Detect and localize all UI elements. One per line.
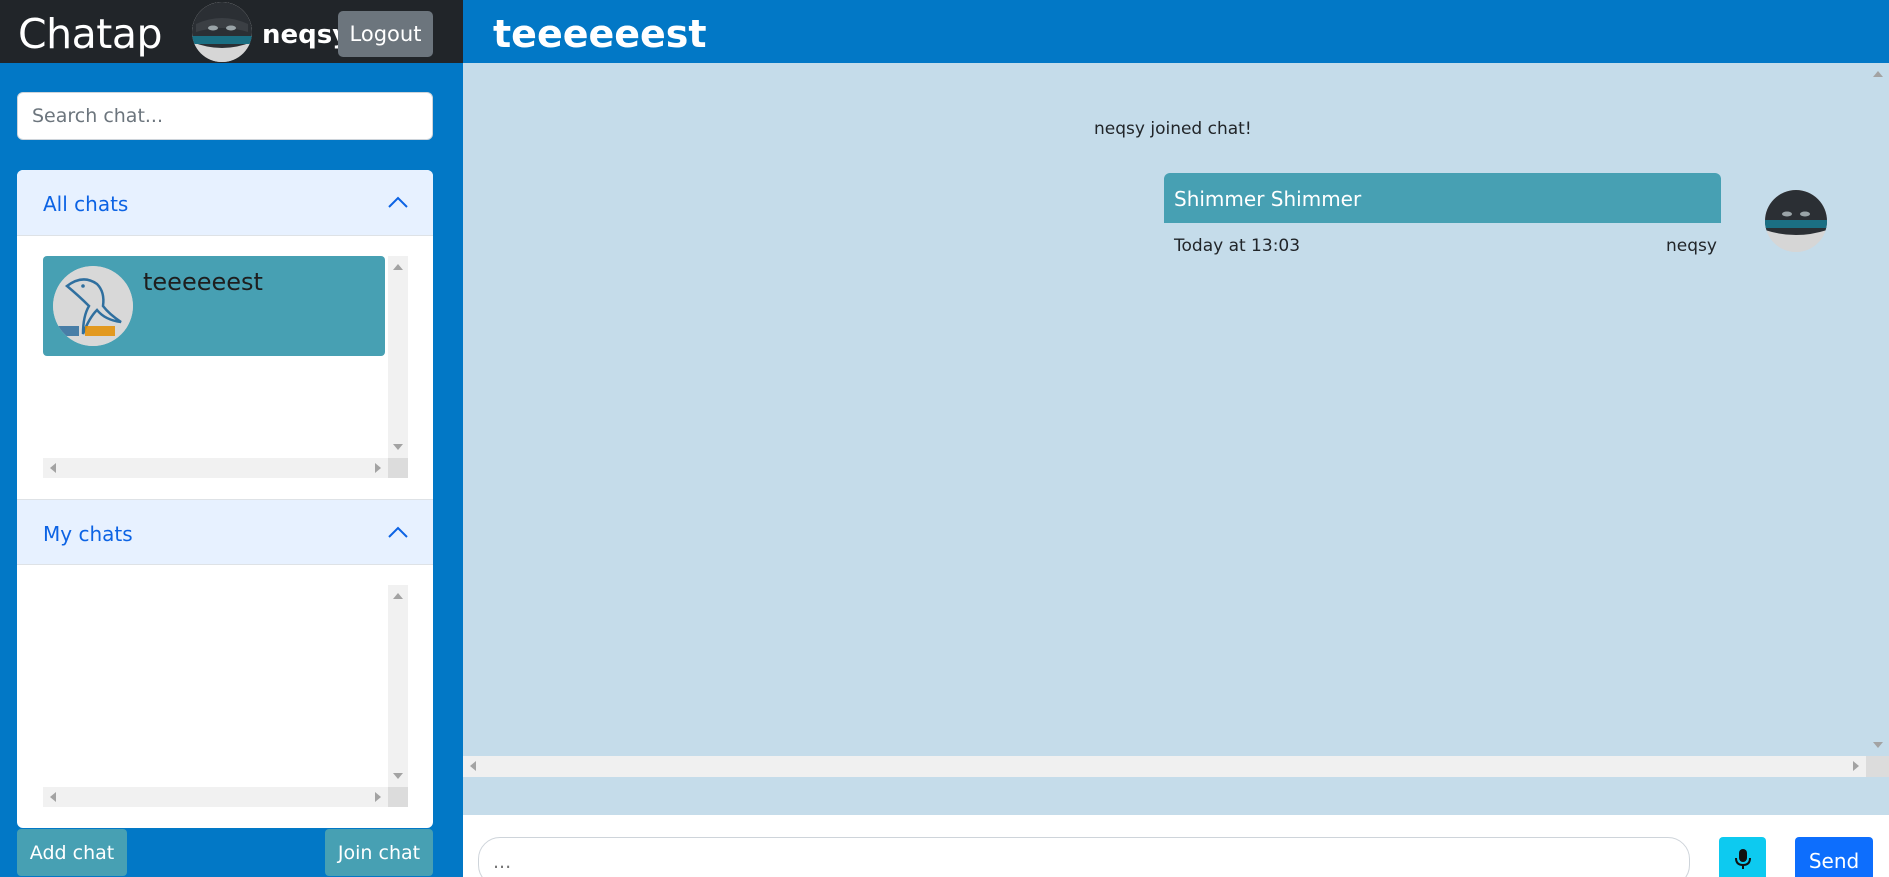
logout-button[interactable]: Logout — [338, 11, 433, 57]
chevron-up-icon — [388, 526, 408, 538]
scroll-up-icon[interactable] — [393, 593, 403, 599]
message-bubble: Shimmer Shimmer — [1164, 173, 1721, 223]
chat-header: teeeeeest — [463, 0, 1889, 63]
scroll-left-icon[interactable] — [50, 463, 56, 473]
all-chats-list: teeeeeest — [43, 256, 408, 478]
scroll-right-icon[interactable] — [375, 792, 381, 802]
chat-title: teeeeeest — [493, 12, 707, 56]
message-avatar — [1765, 190, 1827, 252]
messages-pane[interactable]: neqsy joined chat! Shimmer Shimmer Today… — [463, 63, 1889, 777]
scroll-left-icon[interactable] — [470, 761, 476, 771]
all-chats-title: All chats — [43, 192, 129, 216]
horizontal-scrollbar[interactable] — [463, 756, 1866, 777]
scroll-down-icon[interactable] — [393, 773, 403, 779]
message-input[interactable] — [478, 837, 1690, 877]
system-message: neqsy joined chat! — [1094, 119, 1252, 139]
scroll-corner — [388, 787, 408, 807]
scroll-up-icon[interactable] — [1873, 71, 1883, 77]
send-button[interactable]: Send — [1795, 837, 1873, 877]
horizontal-scrollbar[interactable] — [43, 458, 388, 478]
join-chat-button[interactable]: Join chat — [325, 829, 433, 876]
scroll-up-icon[interactable] — [393, 264, 403, 270]
message-timestamp: Today at 13:03 — [1174, 236, 1301, 256]
message-text: Shimmer Shimmer — [1174, 187, 1362, 211]
microphone-icon — [1734, 849, 1751, 869]
all-chats-scroll-area[interactable]: teeeeeest — [43, 256, 408, 478]
my-chats-scroll-area[interactable] — [43, 585, 408, 807]
user-avatar — [192, 2, 252, 62]
scroll-left-icon[interactable] — [50, 792, 56, 802]
scroll-corner — [1866, 756, 1889, 777]
search-chat-input[interactable] — [17, 92, 433, 140]
horizontal-scrollbar[interactable] — [43, 787, 388, 807]
microphone-button[interactable] — [1719, 837, 1766, 877]
all-chats-header[interactable]: All chats — [17, 170, 433, 236]
chats-accordion: All chats teeeeeest My chats — [17, 170, 433, 828]
scroll-right-icon[interactable] — [1853, 761, 1859, 771]
scroll-right-icon[interactable] — [375, 463, 381, 473]
my-chats-title: My chats — [43, 522, 133, 546]
user-bar: Chatap neqsy Logout — [0, 0, 463, 63]
chat-item-name: teeeeeest — [143, 268, 263, 296]
scroll-corner — [388, 458, 408, 478]
scroll-down-icon[interactable] — [1873, 742, 1883, 748]
my-chats-header[interactable]: My chats — [17, 499, 433, 565]
scroll-down-icon[interactable] — [393, 444, 403, 450]
vertical-scrollbar[interactable] — [388, 585, 408, 787]
vertical-scrollbar[interactable] — [1866, 63, 1889, 756]
message-author: neqsy — [1666, 236, 1717, 256]
username: neqsy — [262, 20, 350, 50]
sidebar: Chatap neqsy Logout All chats — [0, 0, 463, 877]
chat-list-item[interactable]: teeeeeest — [43, 256, 385, 356]
chat-avatar — [53, 266, 133, 346]
app-brand: Chatap — [18, 10, 162, 58]
add-chat-button[interactable]: Add chat — [17, 829, 127, 876]
vertical-scrollbar[interactable] — [388, 256, 408, 458]
chevron-up-icon — [388, 196, 408, 208]
message-composer: Send — [463, 815, 1889, 877]
my-chats-list — [43, 585, 408, 807]
